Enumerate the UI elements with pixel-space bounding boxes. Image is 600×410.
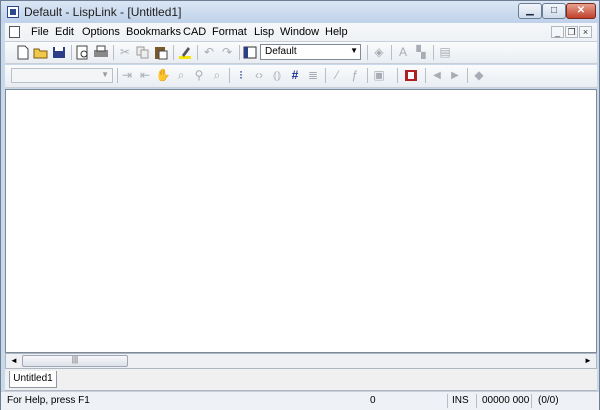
function-icon[interactable]: ƒ	[347, 68, 363, 83]
clipboard-icon[interactable]: ▣	[371, 68, 387, 83]
maximize-icon: □	[550, 5, 558, 16]
horizontal-scrollbar[interactable]: ◄ ||| ►	[5, 353, 597, 369]
copy-icon[interactable]	[135, 45, 151, 60]
book-icon[interactable]	[403, 68, 419, 83]
toolbar-separator	[71, 45, 72, 60]
highlight-icon[interactable]	[177, 45, 193, 60]
status-separator	[476, 394, 477, 408]
hand-icon[interactable]: ✋	[155, 68, 171, 83]
toolbar-separator	[117, 68, 118, 83]
toolbar-separator	[425, 68, 426, 83]
font-icon[interactable]: A	[395, 45, 411, 60]
tab-untitled1[interactable]: Untitled1	[9, 371, 57, 388]
toolbar-separator	[325, 68, 326, 83]
cut-icon[interactable]: ✂	[117, 45, 133, 60]
bookmark-hash-icon[interactable]: #	[287, 68, 303, 83]
close-button[interactable]: ✕	[566, 3, 596, 19]
scroll-left-icon[interactable]: ◄	[8, 355, 20, 367]
maximize-button[interactable]: □	[542, 3, 566, 19]
app-window: Default - LispLink - [Untitled1] ▁ □ ✕ F…	[0, 0, 600, 410]
title-bar[interactable]: Default - LispLink - [Untitled1] ▁ □ ✕	[1, 1, 599, 23]
chevron-down-icon: ▼	[350, 46, 358, 55]
window-title: Default - LispLink - [Untitled1]	[24, 5, 182, 19]
mdi-minimize-button[interactable]: _	[551, 26, 564, 38]
status-separator	[447, 394, 448, 408]
properties-icon[interactable]: ▤	[437, 45, 453, 60]
status-help-text: For Help, press F1	[7, 395, 90, 406]
document-tab-bar: Untitled1	[5, 369, 597, 391]
menu-cad[interactable]: CAD	[183, 26, 206, 38]
undo-icon[interactable]: ↶	[201, 45, 217, 60]
font-dropdown[interactable]: ▼	[11, 68, 113, 83]
status-position: 0	[370, 395, 376, 406]
font-size-icon[interactable]: ▚	[413, 45, 429, 60]
format-toolbar: ▼ ⇥ ⇤ ✋ ⌕ ⚲ ⌕ ⁝ ‹› ⦅⦆ # ≣ ⁄ ƒ ▣ ◀ ▶ ◆	[5, 65, 597, 88]
print-icon[interactable]	[93, 45, 109, 60]
toolbar-separator	[367, 45, 368, 60]
pin-icon[interactable]: ⚲	[191, 68, 207, 83]
brace-icon[interactable]: ⦅⦆	[269, 68, 285, 83]
minimize-button[interactable]: ▁	[518, 3, 542, 19]
toolbar-separator	[391, 45, 392, 60]
menu-format[interactable]: Format	[212, 26, 247, 38]
close-icon: ✕	[576, 5, 586, 16]
toolbar-separator	[397, 68, 398, 83]
redo-icon[interactable]: ↷	[219, 45, 235, 60]
editor-area[interactable]	[5, 89, 597, 353]
chevron-down-icon: ▼	[101, 70, 109, 79]
status-selection: (0/0)	[538, 395, 559, 406]
status-bar: For Help, press F1 0 INS 00000 000 (0/0)	[1, 391, 599, 410]
scroll-grip: |||	[71, 355, 79, 364]
select-block-icon[interactable]: ⁝	[233, 68, 249, 83]
format-parens-icon[interactable]: ⁄	[329, 68, 345, 83]
nav-back-icon[interactable]: ◀	[429, 68, 445, 83]
mdi-restore-button[interactable]: ❐	[565, 26, 578, 38]
style-dropdown[interactable]: Default ▼	[260, 44, 361, 60]
open-folder-icon[interactable]	[33, 45, 49, 60]
menu-lisp[interactable]: Lisp	[254, 26, 274, 38]
paren-icon[interactable]: ‹›	[251, 68, 267, 83]
menu-help[interactable]: Help	[325, 26, 348, 38]
eraser-icon[interactable]: ◆	[471, 68, 487, 83]
toolbar-separator	[433, 45, 434, 60]
menu-bookmarks[interactable]: Bookmarks	[126, 26, 181, 38]
save-icon[interactable]	[51, 45, 67, 60]
status-separator	[531, 394, 532, 408]
search-icon[interactable]: ⌕	[209, 68, 225, 83]
status-mode: INS	[452, 395, 469, 406]
layer-icon[interactable]: ◈	[371, 45, 387, 60]
menu-window[interactable]: Window	[280, 26, 319, 38]
mdi-close-button[interactable]: ×	[579, 26, 592, 38]
style-dropdown-value: Default	[265, 46, 297, 57]
standard-toolbar: ✂ ↶ ↷ Default ▼ ◈ A ▚ ▤	[5, 42, 597, 64]
app-icon	[7, 6, 19, 18]
magnify-icon[interactable]: ⌕	[173, 68, 189, 83]
new-document-icon[interactable]	[15, 45, 31, 60]
style-icon[interactable]	[242, 45, 258, 60]
outdent-icon[interactable]: ⇤	[137, 68, 153, 83]
menu-bar: File Edit Options Bookmarks CAD Format L…	[5, 23, 597, 42]
scroll-right-icon[interactable]: ►	[582, 355, 594, 367]
document-icon[interactable]	[9, 26, 20, 38]
toolbar-separator	[239, 45, 240, 60]
scroll-thumb[interactable]: |||	[22, 355, 128, 367]
toolbar-separator	[467, 68, 468, 83]
toolbar-separator	[197, 45, 198, 60]
align-icon[interactable]: ≣	[305, 68, 321, 83]
menu-options[interactable]: Options	[82, 26, 120, 38]
nav-forward-icon[interactable]: ▶	[447, 68, 463, 83]
indent-icon[interactable]: ⇥	[119, 68, 135, 83]
toolbar-separator	[229, 68, 230, 83]
print-preview-icon[interactable]	[75, 45, 91, 60]
toolbar-separator	[173, 45, 174, 60]
menu-file[interactable]: File	[31, 26, 49, 38]
toolbar-separator	[367, 68, 368, 83]
menu-edit[interactable]: Edit	[55, 26, 74, 38]
toolbar-separator	[113, 45, 114, 60]
paste-icon[interactable]	[153, 45, 169, 60]
status-line-col: 00000 000	[482, 395, 530, 406]
minimize-icon: ▁	[526, 5, 534, 16]
